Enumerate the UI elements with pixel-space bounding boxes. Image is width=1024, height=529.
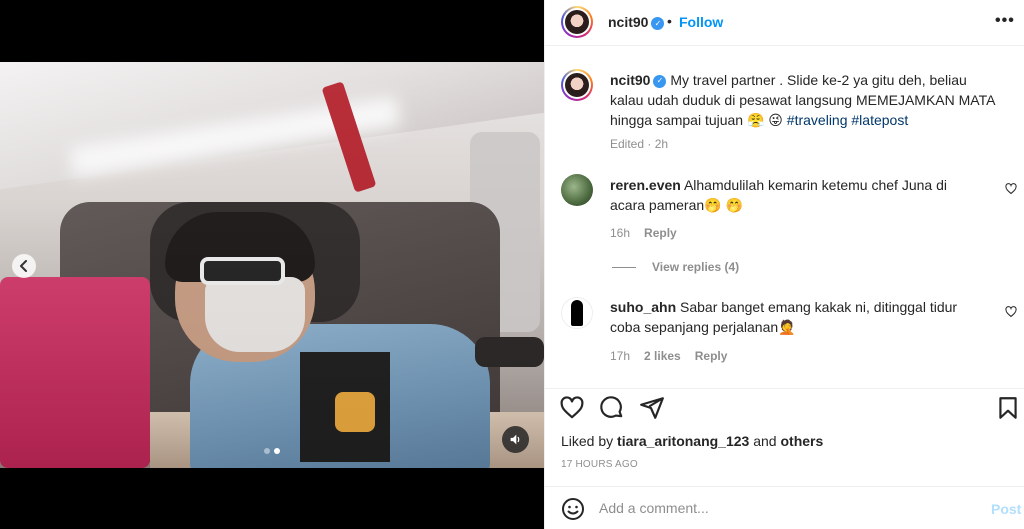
liked-by-others[interactable]: others <box>780 433 823 449</box>
like-comment-heart-icon[interactable] <box>1005 183 1017 195</box>
comment-username[interactable]: suho_ahn <box>610 299 676 315</box>
like-comment-heart-icon[interactable] <box>1005 306 1017 318</box>
comment: suho_ahn Sabar banget emang kakak ni, di… <box>610 297 980 337</box>
follow-button[interactable]: Follow <box>679 14 723 30</box>
slide-dot-active <box>274 448 280 454</box>
scene-shade <box>0 62 544 468</box>
post-panel: ncit90 ✓ • Follow ••• ncit90 ✓ My travel p… <box>544 0 1024 529</box>
comment: reren.even Alhamdulilah kemarin ketemu c… <box>610 175 980 215</box>
action-bar <box>545 388 1024 424</box>
liked-by-user[interactable]: tiara_aritonang_123 <box>617 433 749 449</box>
add-comment-bar: Post <box>545 486 1024 529</box>
video-frame[interactable] <box>0 62 544 468</box>
share-paper-plane-icon[interactable] <box>639 395 665 421</box>
reply-button[interactable]: Reply <box>695 349 728 363</box>
post-media[interactable] <box>0 0 544 529</box>
liked-by-prefix: Liked by <box>561 433 618 449</box>
comment-meta: 16h Reply <box>610 226 677 240</box>
more-options-icon[interactable]: ••• <box>995 12 1015 30</box>
avatar-image <box>565 73 589 97</box>
comment-time[interactable]: 16h <box>610 226 630 240</box>
comment-likes[interactable]: 2 likes <box>644 349 681 363</box>
commenter-avatar[interactable] <box>561 174 593 206</box>
comment-username[interactable]: reren.even <box>610 177 681 193</box>
verified-icon: ✓ <box>653 74 667 88</box>
slide-dot <box>264 448 270 454</box>
author-username-text[interactable]: ncit90 <box>608 14 648 30</box>
verified-icon: ✓ <box>651 16 665 30</box>
comment-input[interactable] <box>599 500 959 516</box>
avatar-ring <box>563 71 591 99</box>
previous-slide-button[interactable] <box>12 254 36 278</box>
slide-indicator <box>264 448 280 454</box>
replies-line <box>612 266 636 268</box>
hashtags[interactable]: #traveling #latepost <box>787 112 908 128</box>
chevron-left-icon <box>20 260 27 272</box>
caption-username[interactable]: ncit90 <box>610 72 650 88</box>
post-caption: ncit90 ✓ My travel partner . Slide ke-2 y… <box>610 70 1000 130</box>
post-timestamp[interactable]: 17 HOURS AGO <box>561 459 638 470</box>
emoji-smiley-icon[interactable] <box>561 497 585 521</box>
comment-time[interactable]: 17h <box>610 349 630 363</box>
like-heart-icon[interactable] <box>559 395 585 421</box>
volume-icon <box>510 434 520 445</box>
reply-button[interactable]: Reply <box>644 226 677 240</box>
view-replies-label[interactable]: View replies (4) <box>652 260 739 274</box>
caption-avatar[interactable] <box>561 69 593 101</box>
caption-time[interactable]: 2h <box>655 137 668 151</box>
avatar-ring <box>563 8 591 36</box>
author-username[interactable]: ncit90 ✓ <box>608 14 665 30</box>
avatar-image <box>565 10 589 34</box>
commenter-avatar[interactable] <box>561 297 593 329</box>
header-separator: • <box>667 13 672 29</box>
avatar-figure <box>571 300 583 326</box>
comment-meta: 17h 2 likes Reply <box>610 349 727 363</box>
save-bookmark-icon[interactable] <box>995 395 1021 421</box>
edited-label: Edited <box>610 137 645 151</box>
comment-bubble-icon[interactable] <box>599 395 625 421</box>
author-avatar[interactable] <box>561 6 593 38</box>
mute-toggle-button[interactable] <box>502 426 529 453</box>
view-replies-button[interactable]: View replies (4) <box>610 260 739 274</box>
liked-by: Liked by tiara_aritonang_123 and others <box>561 433 823 449</box>
liked-by-connector: and <box>749 433 781 449</box>
post-header: ncit90 ✓ • Follow ••• <box>545 0 1024 46</box>
caption-meta: Edited · 2h <box>610 137 669 151</box>
post-comment-button[interactable]: Post <box>991 501 1021 517</box>
